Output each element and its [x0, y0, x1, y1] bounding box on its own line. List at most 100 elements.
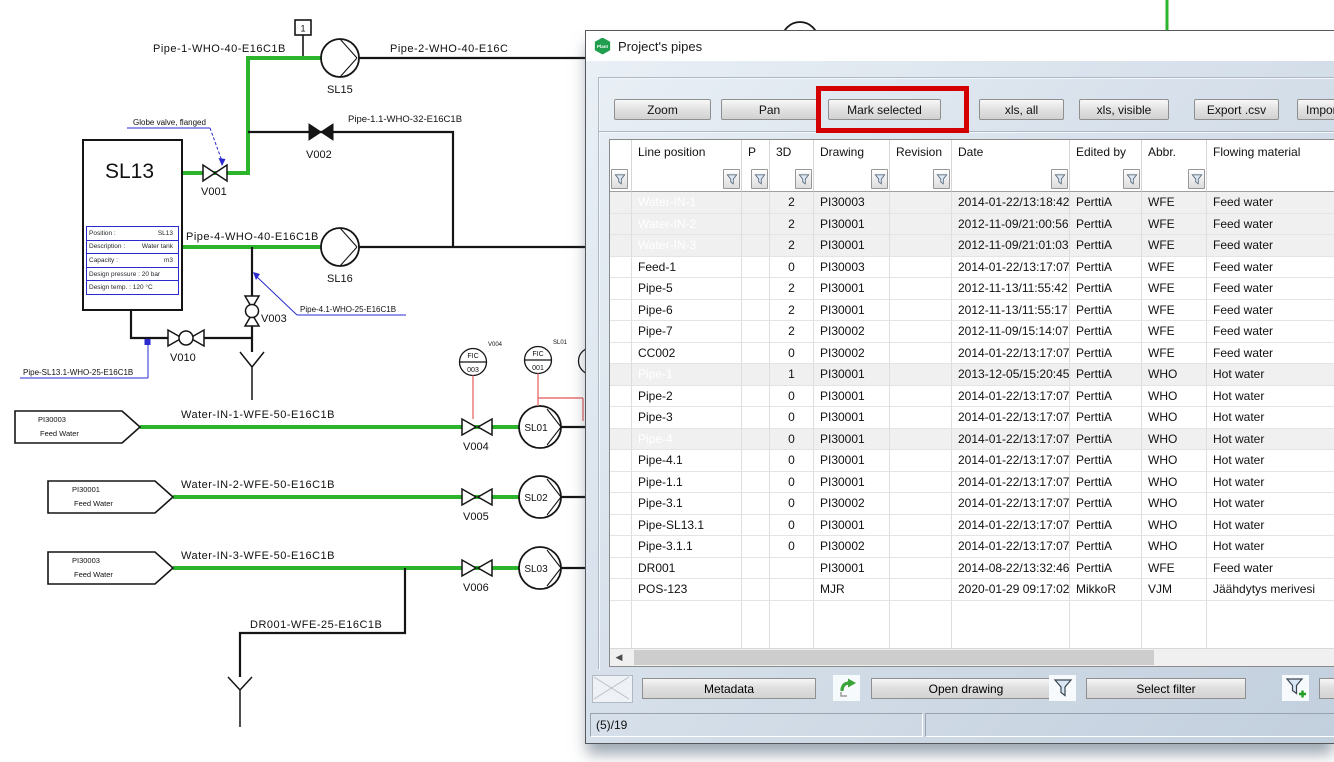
cell-edited_by[interactable]: PerttiA	[1070, 257, 1142, 279]
cell-edited_by[interactable]: PerttiA	[1070, 364, 1142, 386]
cell-p[interactable]	[742, 321, 770, 343]
refresh-icon[interactable]	[833, 675, 860, 701]
cell-revision[interactable]	[890, 364, 952, 386]
cell-material[interactable]: Hot water	[1207, 386, 1334, 408]
filter-funnel-icon[interactable]	[1123, 169, 1140, 189]
cell-d3[interactable]	[770, 558, 814, 580]
cell-edited_by[interactable]: PerttiA	[1070, 493, 1142, 515]
cell-drawing[interactable]: PI30002	[814, 321, 890, 343]
cell-p[interactable]	[742, 536, 770, 558]
row-header-cell[interactable]	[610, 235, 632, 257]
cell-p[interactable]	[742, 579, 770, 601]
cell-edited_by[interactable]: PerttiA	[1070, 429, 1142, 451]
column-header[interactable]: Revision	[890, 140, 952, 166]
clear-x-icon[interactable]	[592, 675, 633, 703]
cell-revision[interactable]	[890, 579, 952, 601]
cell-date[interactable]: 2012-11-13/11:55:42	[952, 278, 1070, 300]
cell-drawing[interactable]: PI30002	[814, 493, 890, 515]
cell-d3[interactable]: 0	[770, 515, 814, 537]
cell-abbr[interactable]: WHO	[1142, 386, 1207, 408]
cell-drawing[interactable]: MJR	[814, 579, 890, 601]
cell-line[interactable]: Water-IN-3	[632, 235, 742, 257]
cell-date[interactable]: 2014-01-22/13:18:42	[952, 192, 1070, 214]
cell-revision[interactable]	[890, 558, 952, 580]
cell-d3[interactable]: 2	[770, 235, 814, 257]
filter-icon[interactable]	[1049, 675, 1076, 701]
cell-d3[interactable]: 0	[770, 407, 814, 429]
cell-material[interactable]: Hot water	[1207, 450, 1334, 472]
cell-revision[interactable]	[890, 257, 952, 279]
cell-abbr[interactable]: WHO	[1142, 407, 1207, 429]
cell-drawing[interactable]: PI30001	[814, 300, 890, 322]
table-row[interactable]: Water-IN-12PI300032014-01-22/13:18:42Per…	[610, 192, 1334, 214]
table-row[interactable]: Pipe-52PI300012012-11-13/11:55:42PerttiA…	[610, 278, 1334, 300]
cell-p[interactable]	[742, 364, 770, 386]
cell-abbr[interactable]: WFE	[1142, 278, 1207, 300]
cell-abbr[interactable]: WFE	[1142, 214, 1207, 236]
filter-funnel-icon[interactable]	[1188, 169, 1205, 189]
filter-cell[interactable]	[1207, 166, 1334, 192]
table-row[interactable]: Pipe-3.10PI300022014-01-22/13:17:07Pertt…	[610, 493, 1334, 515]
cell-material[interactable]: Feed water	[1207, 321, 1334, 343]
cell-line[interactable]: Water-IN-2	[632, 214, 742, 236]
scrollbar-thumb[interactable]	[634, 650, 1154, 665]
cell-date[interactable]: 2020-01-29 09:17:02	[952, 579, 1070, 601]
cell-d3[interactable]: 2	[770, 214, 814, 236]
cell-date[interactable]: 2014-08-22/13:32:46	[952, 558, 1070, 580]
row-header-cell[interactable]	[610, 493, 632, 515]
cell-drawing[interactable]: PI30001	[814, 278, 890, 300]
cell-date[interactable]: 2014-01-22/13:17:07	[952, 407, 1070, 429]
cell-edited_by[interactable]: PerttiA	[1070, 300, 1142, 322]
cell-revision[interactable]	[890, 515, 952, 537]
cell-d3[interactable]: 0	[770, 257, 814, 279]
cell-material[interactable]: Hot water	[1207, 364, 1334, 386]
cell-drawing[interactable]: PI30001	[814, 214, 890, 236]
cell-revision[interactable]	[890, 192, 952, 214]
cell-edited_by[interactable]: PerttiA	[1070, 558, 1142, 580]
cell-line[interactable]: Feed-1	[632, 257, 742, 279]
cell-abbr[interactable]: WFE	[1142, 321, 1207, 343]
cell-drawing[interactable]: PI30001	[814, 364, 890, 386]
row-header-cell[interactable]	[610, 579, 632, 601]
column-header[interactable]: Drawing	[814, 140, 890, 166]
cell-abbr[interactable]: WHO	[1142, 493, 1207, 515]
cell-material[interactable]: Hot water	[1207, 493, 1334, 515]
cell-line[interactable]: Pipe-1.1	[632, 472, 742, 494]
row-header-cell[interactable]	[610, 558, 632, 580]
cell-line[interactable]: Pipe-3	[632, 407, 742, 429]
cell-line[interactable]: Pipe-1	[632, 364, 742, 386]
cell-edited_by[interactable]: PerttiA	[1070, 536, 1142, 558]
import-button[interactable]: Impor	[1297, 99, 1334, 120]
cell-abbr[interactable]: WHO	[1142, 450, 1207, 472]
cell-edited_by[interactable]: PerttiA	[1070, 343, 1142, 365]
cell-edited_by[interactable]: PerttiA	[1070, 450, 1142, 472]
cell-material[interactable]: Feed water	[1207, 278, 1334, 300]
cell-material[interactable]: Feed water	[1207, 192, 1334, 214]
table-row[interactable]: Water-IN-32PI300012012-11-09/21:01:03Per…	[610, 235, 1334, 257]
dialog-titlebar[interactable]: Plant Project's pipes	[586, 31, 1334, 61]
cell-line[interactable]: CC002	[632, 343, 742, 365]
cell-edited_by[interactable]: PerttiA	[1070, 386, 1142, 408]
cell-p[interactable]	[742, 235, 770, 257]
zoom-button[interactable]: Zoom	[614, 99, 711, 120]
cell-line[interactable]: Pipe-6	[632, 300, 742, 322]
cell-abbr[interactable]: WFE	[1142, 300, 1207, 322]
cell-date[interactable]: 2014-01-22/13:17:07	[952, 515, 1070, 537]
row-header-cell[interactable]	[610, 343, 632, 365]
cell-p[interactable]	[742, 493, 770, 515]
cell-edited_by[interactable]: PerttiA	[1070, 472, 1142, 494]
row-header-cell[interactable]	[610, 407, 632, 429]
cell-revision[interactable]	[890, 386, 952, 408]
table-row[interactable]: CC0020PI300022014-01-22/13:17:07PerttiAW…	[610, 343, 1334, 365]
cell-drawing[interactable]: PI30003	[814, 257, 890, 279]
cell-edited_by[interactable]: PerttiA	[1070, 278, 1142, 300]
cell-date[interactable]: 2014-01-22/13:17:07	[952, 386, 1070, 408]
cell-revision[interactable]	[890, 214, 952, 236]
cell-abbr[interactable]: WHO	[1142, 515, 1207, 537]
pipes-table[interactable]: Line positionP3DDrawingRevisionDateEdite…	[609, 139, 1334, 667]
cell-abbr[interactable]: WHO	[1142, 364, 1207, 386]
cell-d3[interactable]	[770, 579, 814, 601]
column-header[interactable]: Date	[952, 140, 1070, 166]
cell-date[interactable]: 2014-01-22/13:17:07	[952, 429, 1070, 451]
cell-revision[interactable]	[890, 278, 952, 300]
